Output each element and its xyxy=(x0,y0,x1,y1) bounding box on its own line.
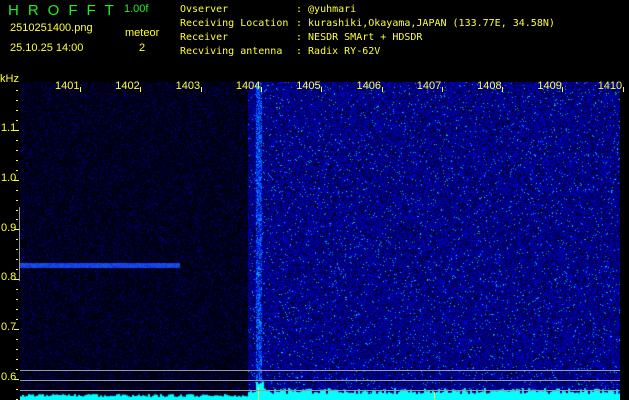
y-tick xyxy=(16,359,18,360)
info-value: : NESDR SMArt + HDSDR xyxy=(296,32,423,43)
y-tick xyxy=(16,369,18,370)
x-tick xyxy=(200,87,202,92)
x-tick xyxy=(381,87,383,92)
y-tick xyxy=(16,339,18,340)
y-tick xyxy=(16,190,18,191)
x-tick xyxy=(562,87,564,92)
x-tick-label: 1402 xyxy=(115,80,140,92)
x-tick-label: 1404 xyxy=(235,80,261,92)
meteor-count: 2 xyxy=(139,42,146,54)
x-tick xyxy=(321,87,323,92)
y-tick xyxy=(16,259,18,260)
y-tick xyxy=(16,389,18,390)
datetime: 25.10.25 14:00 xyxy=(10,42,84,54)
x-tick xyxy=(441,87,443,92)
x-tick xyxy=(622,87,624,92)
gridline xyxy=(20,370,620,371)
y-tick xyxy=(16,120,18,121)
y-tick xyxy=(16,90,18,91)
gridline xyxy=(20,390,620,391)
y-tick xyxy=(16,269,18,270)
y-tick xyxy=(14,180,19,181)
version-label: 1.00f xyxy=(124,3,149,15)
x-tick xyxy=(80,87,81,92)
app-logo: HROFFT xyxy=(8,2,123,19)
x-tick-label: 1409 xyxy=(537,80,562,92)
y-tick xyxy=(16,349,18,350)
y-tick xyxy=(16,239,18,240)
y-tick-label: 0.8 xyxy=(1,271,17,284)
waterfall-spectrogram xyxy=(20,82,620,400)
x-tick-label: 1407 xyxy=(416,80,442,92)
info-value: : Radix RY-62V xyxy=(296,46,381,57)
info-label: Ovserver xyxy=(180,4,229,15)
gridline xyxy=(20,380,620,381)
info-row-antenna: Recviving antenna : Radix RY-62V xyxy=(180,45,555,59)
marker-line xyxy=(19,207,20,281)
x-tick-label: 1405 xyxy=(296,80,321,92)
info-label: Receiver xyxy=(180,32,229,43)
y-tick xyxy=(16,299,18,300)
info-label: Recviving antenna xyxy=(180,46,283,57)
y-tick xyxy=(14,379,19,380)
meteor-label: meteor xyxy=(125,27,160,39)
info-row-receiver: Receiver : NESDR SMArt + HDSDR xyxy=(180,31,555,45)
x-tick-label: 1410 xyxy=(597,80,623,92)
y-tick xyxy=(16,210,18,211)
x-tick-label: 1406 xyxy=(356,80,381,92)
x-tick xyxy=(140,87,142,92)
y-tick-label: 0.9 xyxy=(1,221,17,234)
info-row-location: Receiving Location : kurashiki,Okayama,JA… xyxy=(180,17,555,31)
y-tick-label: 1.1 xyxy=(1,122,17,134)
y-tick xyxy=(14,329,19,330)
x-tick xyxy=(260,87,262,92)
info-row-observer: Ovserver : @yuhmari xyxy=(180,3,555,17)
y-tick xyxy=(16,140,18,141)
info-value: : @yuhmari xyxy=(296,4,357,15)
y-tick-label: 0.6 xyxy=(1,371,17,383)
y-tick xyxy=(16,219,18,220)
y-tick xyxy=(16,150,18,151)
y-tick xyxy=(16,160,18,161)
unit-label: kHz xyxy=(0,73,19,85)
y-tick xyxy=(16,200,18,201)
y-tick xyxy=(16,289,18,290)
y-tick-label: 0.7 xyxy=(1,321,17,334)
y-tick xyxy=(16,170,18,171)
y-tick xyxy=(16,110,18,111)
info-value: : kurashiki,Okayama,JAPAN (133.77E, 34.5… xyxy=(296,18,555,29)
x-tick-label: 1408 xyxy=(477,80,502,92)
y-tick xyxy=(16,100,18,101)
y-tick xyxy=(16,319,18,320)
y-tick xyxy=(14,130,19,131)
info-block: Ovserver : @yuhmari Receiving Location : ku… xyxy=(180,3,555,59)
y-tick xyxy=(16,249,18,250)
x-tick-label: 1401 xyxy=(55,80,80,92)
x-tick-label: 1403 xyxy=(175,80,201,92)
x-tick xyxy=(502,87,504,92)
y-tick xyxy=(16,309,18,310)
y-tick-label: 1.0 xyxy=(1,171,17,184)
info-label: Receiving Location xyxy=(180,18,289,29)
filename: 2510251400.png xyxy=(10,22,93,34)
